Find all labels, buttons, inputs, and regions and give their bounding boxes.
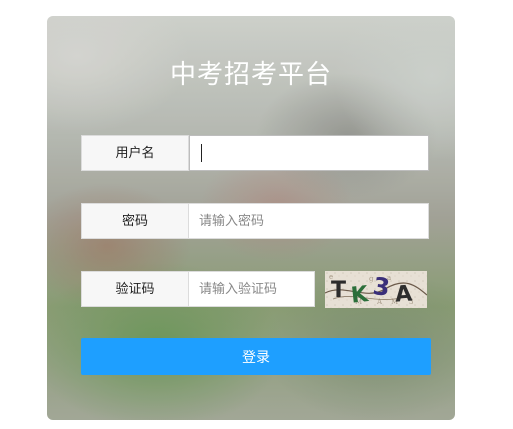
password-input[interactable] (189, 203, 429, 239)
page-title: 中考招考平台 (169, 60, 332, 90)
captcha-label: 验证码 (81, 271, 189, 307)
username-label: 用户名 (81, 135, 189, 171)
password-label: 密码 (81, 203, 189, 239)
svg-text:A: A (394, 281, 413, 307)
text-cursor (201, 144, 202, 162)
login-button[interactable]: 登录 (81, 338, 431, 375)
login-panel: 中考招考平台 用户名 密码 验证码 g a M A M 3 e (47, 16, 455, 420)
captcha-image[interactable]: g a M A M 3 e T K 3 A (325, 271, 427, 308)
username-input[interactable] (189, 135, 429, 171)
svg-text:T: T (331, 278, 346, 303)
captcha-input[interactable] (189, 271, 315, 307)
